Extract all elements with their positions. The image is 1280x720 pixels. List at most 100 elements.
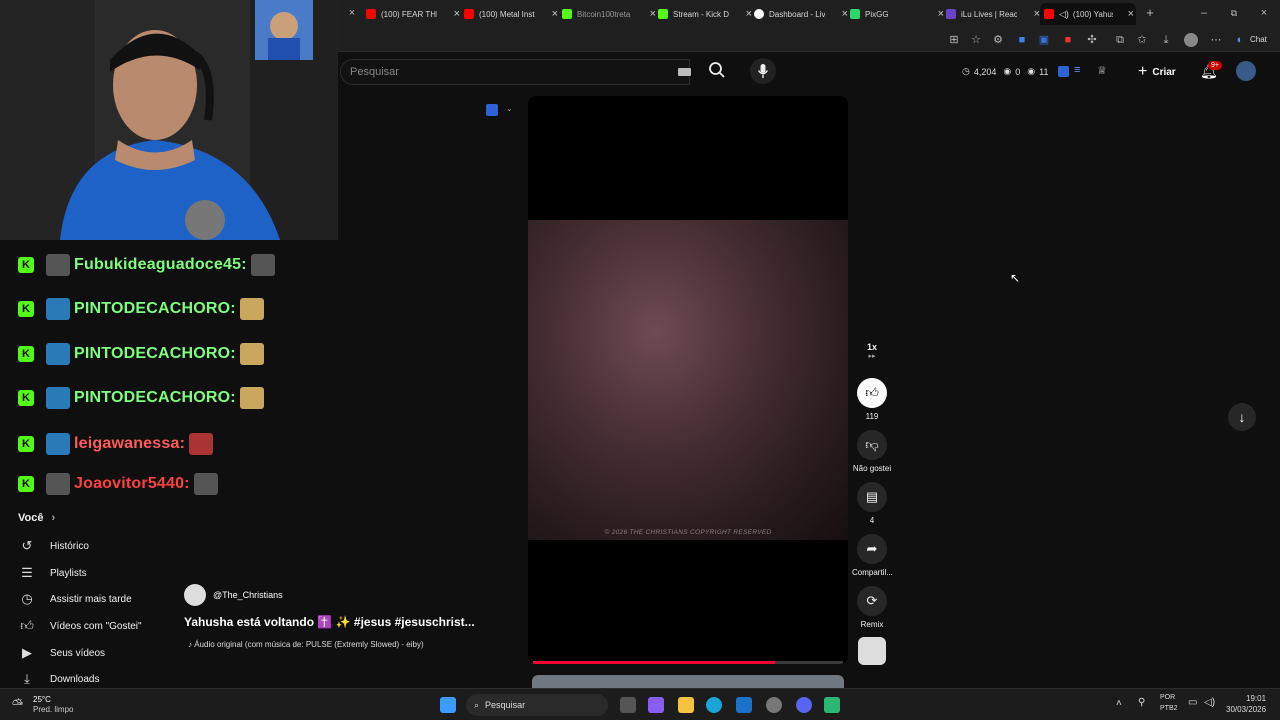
trophy-icon[interactable]: ♕ — [1097, 64, 1107, 77]
chat-message: K PINTODECACHORO: — [8, 292, 276, 326]
obs-icon[interactable] — [766, 697, 782, 713]
volume-icon[interactable]: ◁) — [1204, 697, 1215, 708]
aura-emote-icon — [239, 387, 264, 409]
close-icon[interactable]: × — [746, 8, 752, 20]
close-icon[interactable]: × — [1128, 8, 1134, 20]
taskbar-search[interactable]: ⌕ Pesquisar — [466, 694, 608, 716]
search-icon[interactable] — [706, 61, 728, 83]
chat-username: PINTODECACHORO: — [74, 345, 236, 362]
file-explorer-icon[interactable] — [678, 697, 694, 713]
clock-time[interactable]: 19:01 — [1246, 694, 1266, 703]
star-icon[interactable]: ☆ — [970, 34, 982, 46]
video-title[interactable]: Yahusha está voltando ✝️ ✨ #jesus #jesus… — [184, 615, 475, 629]
emote-icon — [250, 254, 275, 276]
kick-icon — [562, 9, 572, 19]
browser-tab[interactable]: Dashboard - Liv × — [754, 3, 850, 25]
clock-date[interactable]: 30/03/2026 — [1226, 705, 1266, 714]
kick-icon: K — [18, 257, 34, 273]
youtube-icon — [1044, 9, 1054, 19]
network-icon[interactable]: ▭ — [1188, 697, 1197, 708]
pixgg-icon — [850, 9, 860, 19]
edge-icon[interactable] — [706, 697, 722, 713]
aura-emote-icon — [239, 343, 264, 365]
app-icon[interactable] — [824, 697, 840, 713]
store-icon[interactable] — [736, 697, 752, 713]
close-icon[interactable]: × — [552, 8, 558, 20]
discord-icon[interactable] — [796, 697, 812, 713]
language-indicator[interactable]: POR — [1160, 694, 1175, 701]
share-button[interactable]: ➦ Compartil... — [852, 534, 893, 577]
remix-button[interactable]: ⟳ Remix — [852, 586, 892, 629]
channel-avatar[interactable] — [184, 584, 206, 606]
video-frame — [528, 220, 848, 540]
extension-red-icon[interactable]: ■ — [1062, 34, 1074, 46]
close-icon[interactable]: × — [650, 8, 656, 20]
channel-name[interactable]: @The_Christians — [213, 590, 283, 600]
video-progress-bar[interactable] — [533, 661, 843, 664]
profile-avatar[interactable] — [1184, 33, 1198, 47]
weather-temp[interactable]: 25°C — [33, 695, 51, 704]
comments-button[interactable]: ▤ 4 — [852, 482, 892, 525]
copilot-icon[interactable] — [648, 697, 664, 713]
new-tab-icon[interactable]: + — [1144, 6, 1156, 19]
microphone-icon[interactable] — [750, 58, 776, 84]
windows-start-icon[interactable] — [440, 697, 456, 713]
chat-button[interactable]: Chat — [1250, 35, 1267, 44]
sidebar-item-watch-later[interactable]: ◷ Assistir mais tarde — [18, 591, 131, 607]
chevron-up-icon[interactable]: ˄ — [1116, 698, 1122, 709]
puzzle-icon[interactable]: ✣ — [1086, 34, 1098, 46]
sidebar-item-downloads[interactable]: ⤓ Downloads — [18, 671, 99, 687]
sound-thumbnail[interactable] — [858, 637, 886, 665]
audio-info[interactable]: ♪ Áudio original (com música de: PULSE (… — [188, 640, 424, 649]
extensions-icon[interactable]: ⧉ — [1114, 34, 1126, 46]
search-box[interactable] — [340, 59, 691, 85]
browser-tab[interactable]: iLu Lives | React × — [946, 3, 1042, 25]
tabs-icon[interactable]: ⊞ — [948, 34, 960, 46]
keyboard-layout[interactable]: PTB2 — [1160, 705, 1178, 712]
more-icon[interactable]: ⋯ — [1210, 34, 1222, 46]
browser-tab[interactable]: Stream - Kick Da × — [658, 3, 754, 25]
close-icon[interactable]: × — [346, 7, 358, 19]
sidebar-item-history[interactable]: ↺ Histórico — [18, 538, 89, 554]
browser-tab-active[interactable]: ◁) (100) Yahus × — [1040, 3, 1136, 25]
extension-icon[interactable]: ⚙ — [992, 34, 1004, 46]
close-icon[interactable]: × — [938, 8, 944, 20]
keyboard-icon[interactable] — [678, 68, 691, 76]
extension-iq-icon[interactable] — [1058, 66, 1069, 77]
playback-speed[interactable]: 1x ▸▸ — [852, 342, 892, 360]
shorts-video-player[interactable]: © 2026 THE CHRISTIANS COPYRIGHT RESERVED — [528, 96, 848, 664]
account-avatar[interactable] — [1236, 61, 1256, 81]
next-video-preview[interactable] — [532, 675, 844, 688]
browser-tab[interactable]: (100) FEAR THE × — [366, 3, 462, 25]
copilot-icon[interactable]: ◐ — [1234, 34, 1246, 46]
dislike-button[interactable]: 👎︎ Não gostei — [852, 430, 892, 473]
browser-tab[interactable]: (100) Metal Instr × — [464, 3, 560, 25]
chevron-down-icon[interactable]: ⌄ — [506, 104, 513, 113]
task-view-icon[interactable] — [620, 697, 636, 713]
sidebar-item-liked[interactable]: 👍︎ Vídeos com "Gostei" — [18, 618, 141, 634]
sidebar-item-playlists[interactable]: ☰ Playlists — [18, 565, 87, 581]
sidebar-item-your-videos[interactable]: ▶ Seus vídeos — [18, 645, 105, 661]
translate-icon[interactable]: ▣ — [1038, 34, 1050, 46]
kick-icon: K — [18, 390, 34, 406]
like-button[interactable]: 👍︎ 119 — [852, 378, 892, 421]
sort-icon[interactable]: ≡ — [1074, 64, 1080, 76]
extension-iq-icon[interactable] — [486, 104, 498, 116]
restore-icon[interactable]: ⧉ — [1228, 7, 1240, 19]
close-icon[interactable]: × — [842, 8, 848, 20]
create-button[interactable]: + Criar — [1138, 63, 1176, 81]
speaker-icon: ◁) — [1059, 8, 1069, 19]
search-input[interactable] — [341, 60, 661, 84]
sidebar-section-you[interactable]: Você › — [18, 512, 55, 524]
favorites-icon[interactable]: ✩ — [1136, 34, 1148, 46]
browser-tab[interactable]: PixGG × — [850, 3, 946, 25]
download-icon[interactable]: ⤓ — [1160, 34, 1172, 46]
browser-tab[interactable]: Bitcoin100treta × — [562, 3, 658, 25]
minimize-icon[interactable]: – — [1198, 7, 1210, 19]
close-icon[interactable]: × — [454, 8, 460, 20]
microphone-icon[interactable]: ⚲ — [1138, 697, 1145, 708]
window-close-icon[interactable]: × — [1258, 7, 1270, 19]
windows-taskbar: ⛅︎ 25°C Pred. limpo ⌕ Pesquisar ˄ ⚲ POR P… — [0, 688, 1280, 720]
next-video-arrow-icon[interactable]: ↓ — [1228, 403, 1256, 431]
extension-blue-icon[interactable]: ■ — [1016, 34, 1028, 46]
